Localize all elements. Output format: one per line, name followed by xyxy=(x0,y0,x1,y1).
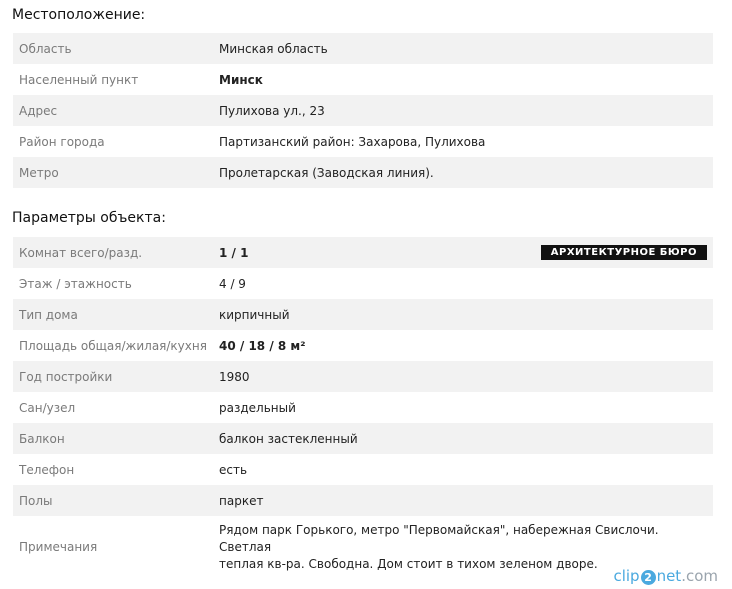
row-value: есть xyxy=(219,462,248,477)
location-section-title: Местоположение: xyxy=(12,7,146,23)
table-row: Населенный пункт Минск xyxy=(13,64,713,95)
params-table: Комнат всего/разд. 1 / 1 АРХИТЕКТУРНОЕ Б… xyxy=(13,237,713,578)
row-value: кирпичный xyxy=(219,299,713,330)
watermark-net: net xyxy=(656,567,682,585)
watermark-two: 2 xyxy=(640,570,656,585)
row-value: Минская область xyxy=(219,33,713,64)
table-row: Примечания Рядом парк Горького, метро "П… xyxy=(13,516,713,578)
row-label: Полы xyxy=(13,485,219,516)
row-label: Балкон xyxy=(13,423,219,454)
watermark-clip: clip xyxy=(613,567,640,585)
row-label: Комнат всего/разд. xyxy=(13,237,219,268)
row-value: раздельный xyxy=(219,400,296,415)
row-value: Партизанский район: Захарова, Пулихова xyxy=(219,134,486,149)
table-row: Сан/узел раздельный xyxy=(13,392,713,423)
row-value: Пролетарская (Заводская линия). xyxy=(219,157,713,188)
params-section-title: Параметры объекта: xyxy=(12,210,166,226)
row-value: 1 / 1 xyxy=(219,245,249,260)
row-label: Район города xyxy=(19,134,105,149)
table-row: Площадь общая/жилая/кухня 40 / 18 / 8 м² xyxy=(13,330,713,361)
row-label: Телефон xyxy=(19,462,75,477)
table-row: Район города Партизанский район: Захаров… xyxy=(13,126,713,157)
table-row: Полы паркет xyxy=(13,485,713,516)
table-row: Год постройки 1980 xyxy=(13,361,713,392)
table-row: Телефон есть xyxy=(13,454,713,485)
row-label: Примечания xyxy=(19,540,98,554)
row-label: Тип дома xyxy=(13,299,219,330)
row-value: 40 / 18 / 8 м² xyxy=(219,338,306,353)
table-row: Область Минская область xyxy=(13,33,713,64)
row-label: Метро xyxy=(13,157,219,188)
location-table: Область Минская область Населенный пункт… xyxy=(13,33,713,188)
row-value: Минск xyxy=(219,72,263,87)
row-label: Сан/узел xyxy=(19,400,76,415)
architecture-bureau-badge[interactable]: АРХИТЕКТУРНОЕ БЮРО xyxy=(540,245,707,260)
watermark-com: .com xyxy=(681,567,718,585)
table-row: Комнат всего/разд. 1 / 1 АРХИТЕКТУРНОЕ Б… xyxy=(13,237,713,268)
row-value: 4 / 9 xyxy=(219,276,246,291)
table-row: Тип дома кирпичный xyxy=(13,299,713,330)
clip2net-watermark: clip 2 net.com xyxy=(613,567,718,585)
table-row: Адрес Пулихова ул., 23 xyxy=(13,95,713,126)
row-label: Населенный пункт xyxy=(19,72,139,87)
row-label: Адрес xyxy=(13,95,219,126)
row-value-cell: 1 / 1 АРХИТЕКТУРНОЕ БЮРО xyxy=(219,237,713,268)
table-row: Метро Пролетарская (Заводская линия). xyxy=(13,157,713,188)
row-value: Пулихова ул., 23 xyxy=(219,95,713,126)
row-value: паркет xyxy=(219,485,713,516)
row-label: Год постройки xyxy=(13,361,219,392)
row-label: Площадь общая/жилая/кухня xyxy=(19,338,207,353)
notes-line-1: Рядом парк Горького, метро "Первомайская… xyxy=(219,522,659,554)
table-row: Этаж / этажность 4 / 9 xyxy=(13,268,713,299)
row-value: балкон застекленный xyxy=(219,423,713,454)
table-row: Балкон балкон застекленный xyxy=(13,423,713,454)
row-label: Область xyxy=(13,33,219,64)
row-value: 1980 xyxy=(219,361,713,392)
row-label: Этаж / этажность xyxy=(19,276,132,291)
